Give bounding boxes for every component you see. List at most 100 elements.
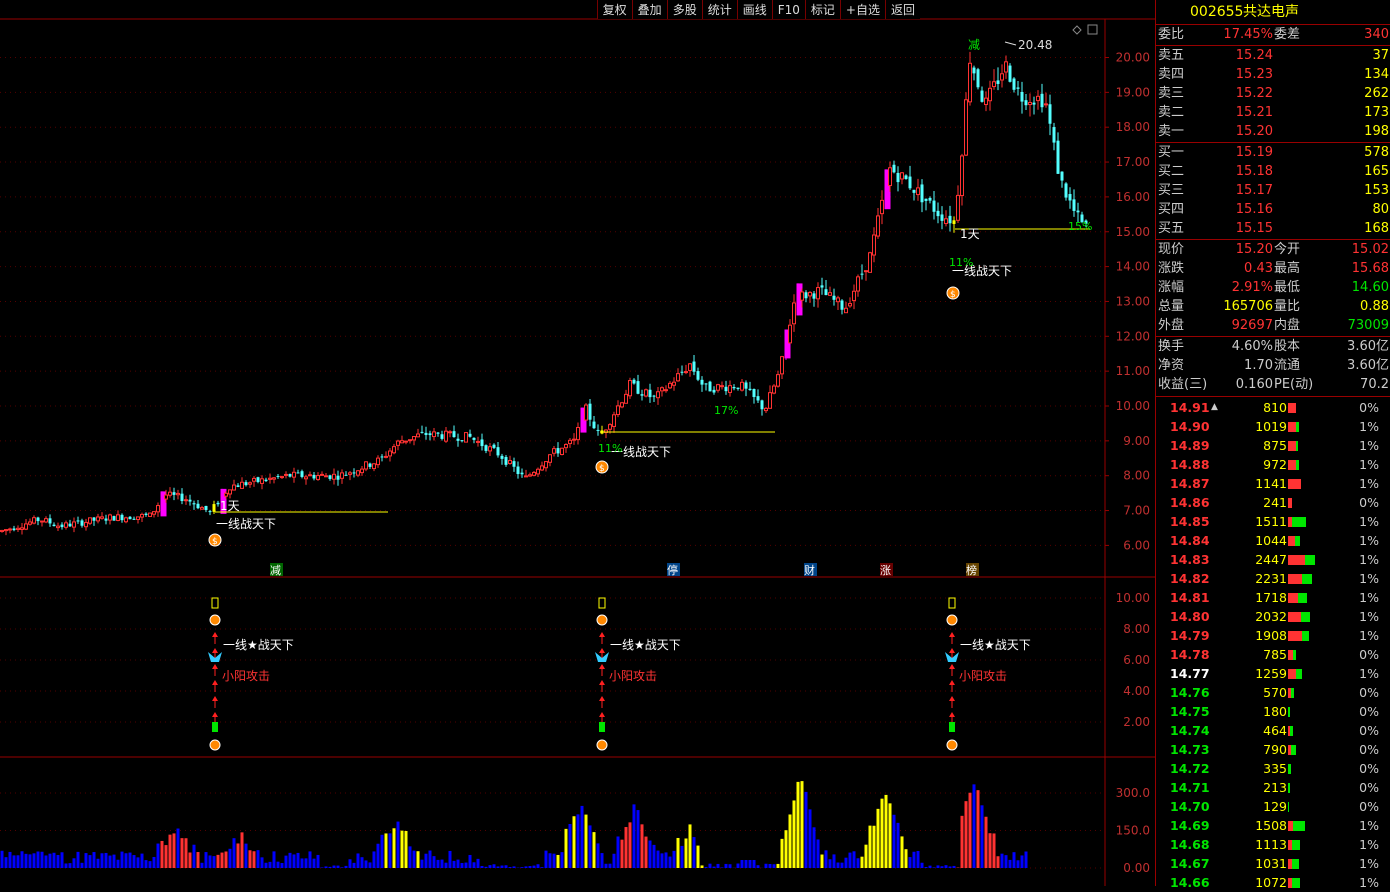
tick-percent: 1% [1359, 854, 1379, 873]
volume-bar [657, 851, 660, 868]
bid-price[interactable]: 15.19 [1236, 143, 1273, 162]
candle-body [377, 458, 380, 464]
tick-row[interactable]: 14.737900% [1156, 740, 1390, 759]
volume-bar [189, 852, 192, 868]
candle-body [53, 525, 56, 526]
bid-price[interactable]: 15.17 [1236, 181, 1273, 200]
candle-body [945, 219, 948, 224]
tick-row[interactable]: 14.862410% [1156, 493, 1390, 512]
ask-price[interactable]: 15.24 [1236, 46, 1273, 65]
tick-row[interactable]: 14.8117181% [1156, 588, 1390, 607]
ask-price[interactable]: 15.23 [1236, 65, 1273, 84]
tick-row[interactable]: 14.8222311% [1156, 569, 1390, 588]
weibi-row: 委比17.45%委差340 [1156, 25, 1390, 44]
tick-row[interactable]: 14.6811131% [1156, 835, 1390, 854]
money-bag-icon [947, 615, 957, 625]
chart-toolbar: 复权叠加多股统计画线F10标记+自选返回 [597, 0, 920, 19]
tick-row[interactable]: 14.8711411% [1156, 474, 1390, 493]
tick-row[interactable]: 14.765700% [1156, 683, 1390, 702]
toolbar-button-4[interactable]: 画线 [737, 0, 772, 19]
tick-row[interactable]: 14.712130% [1156, 778, 1390, 797]
tick-row[interactable]: 14.6610721% [1156, 873, 1390, 892]
volume-bar [685, 838, 688, 868]
tick-row[interactable]: 14.889721% [1156, 455, 1390, 474]
volume-bar [141, 854, 144, 868]
candle-body [705, 383, 708, 384]
candle-body [1001, 74, 1004, 80]
tick-row[interactable]: 14.723350% [1156, 759, 1390, 778]
price-axis-label: 18.00 [1116, 120, 1150, 134]
toolbar-button-5[interactable]: F10 [772, 0, 805, 19]
bid-price[interactable]: 15.16 [1236, 200, 1273, 219]
candle-body [277, 476, 280, 477]
volume-bar [729, 864, 732, 868]
stock-name[interactable]: 共达电声 [1243, 0, 1299, 24]
tick-sell-bar [1296, 669, 1302, 679]
percent-label: 15% [1068, 220, 1092, 233]
tick-row[interactable]: 14.744640% [1156, 721, 1390, 740]
tick-row[interactable]: 14.9010191% [1156, 417, 1390, 436]
tick-percent: 1% [1359, 816, 1379, 835]
ask-price[interactable]: 15.22 [1236, 84, 1273, 103]
tick-row[interactable]: 14.8410441% [1156, 531, 1390, 550]
candle-body [1053, 127, 1056, 143]
bid-price[interactable]: 15.18 [1236, 162, 1273, 181]
candle-body [521, 473, 524, 475]
tick-volume: 129 [1263, 797, 1287, 816]
stat-label: 股本 [1274, 337, 1300, 356]
toolbar-button-2[interactable]: 多股 [667, 0, 702, 19]
volume-bar [365, 860, 368, 868]
volume-bar [229, 849, 232, 868]
volume-bar [973, 784, 976, 868]
toolbar-button-0[interactable]: 复权 [597, 0, 632, 19]
ask-price[interactable]: 15.21 [1236, 103, 1273, 122]
tick-row[interactable]: 14.898751% [1156, 436, 1390, 455]
toolbar-button-6[interactable]: 标记 [805, 0, 840, 19]
volume-bar [337, 866, 340, 868]
tick-percent: 1% [1359, 512, 1379, 531]
candle-body [645, 390, 648, 396]
tick-row[interactable]: 14.751800% [1156, 702, 1390, 721]
volume-bar [997, 856, 1000, 868]
volume-bar [465, 863, 468, 868]
kline-chart[interactable]: 20.0019.0018.0017.0016.0015.0014.0013.00… [0, 0, 1155, 886]
volume-bar [581, 806, 584, 868]
candle-body [901, 173, 904, 179]
toolbar-button-7[interactable]: +自选 [840, 0, 885, 19]
volume-bar [173, 833, 176, 868]
volume-bar [501, 866, 504, 868]
tick-row[interactable]: 14.8515111% [1156, 512, 1390, 531]
money-bag-symbol: $ [950, 290, 956, 300]
event-marker-label: 榜 [966, 563, 977, 577]
tick-row[interactable]: 14.91▲8100% [1156, 398, 1390, 417]
toolbar-button-8[interactable]: 返回 [885, 0, 920, 19]
stock-code[interactable]: 002655 [1190, 0, 1243, 24]
toolbar-button-3[interactable]: 统计 [702, 0, 737, 19]
volume-bar [473, 862, 476, 868]
tick-row[interactable]: 14.787850% [1156, 645, 1390, 664]
tick-row[interactable]: 14.6710311% [1156, 854, 1390, 873]
tick-buy-bar [1288, 536, 1295, 546]
stat-row: 净资1.70流通3.60亿 [1156, 356, 1390, 375]
bid-price[interactable]: 15.15 [1236, 219, 1273, 238]
tick-row[interactable]: 14.8020321% [1156, 607, 1390, 626]
tick-row[interactable]: 14.701290% [1156, 797, 1390, 816]
tick-row[interactable]: 14.7919081% [1156, 626, 1390, 645]
candle-body [1005, 62, 1008, 72]
volume-bar [485, 867, 488, 868]
volume-bar [257, 850, 260, 868]
tick-row[interactable]: 14.7712591% [1156, 664, 1390, 683]
signal-arrow-up [599, 648, 605, 653]
kline-chart-area[interactable]: 20.0019.0018.0017.0016.0015.0014.0013.00… [0, 0, 1155, 886]
volume-bar [413, 851, 416, 868]
tick-row[interactable]: 14.6915081% [1156, 816, 1390, 835]
candle-body [509, 461, 512, 464]
tick-row[interactable]: 14.8324471% [1156, 550, 1390, 569]
candle-body [317, 476, 320, 480]
candle-body [73, 522, 76, 527]
tick-volume: 1019 [1255, 417, 1287, 436]
toolbar-button-1[interactable]: 叠加 [632, 0, 667, 19]
candle-body [49, 518, 52, 523]
stat-label: 收益(三) [1158, 375, 1207, 394]
ask-price[interactable]: 15.20 [1236, 122, 1273, 141]
